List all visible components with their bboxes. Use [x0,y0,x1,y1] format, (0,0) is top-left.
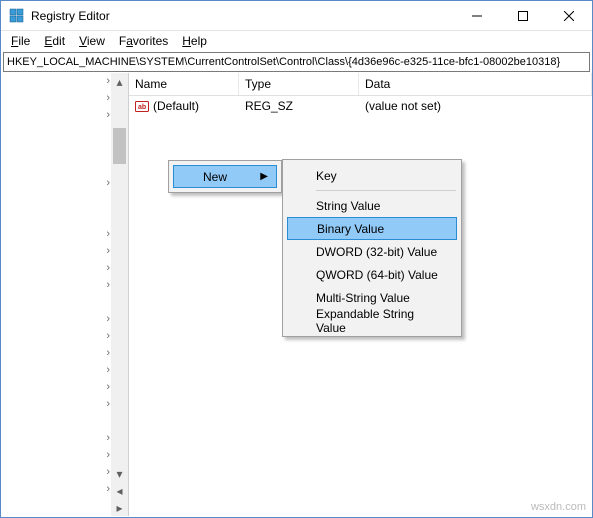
tree-item[interactable]: › [40,107,110,124]
tree-item[interactable] [40,124,110,141]
chevron-right-icon: › [106,466,110,478]
value-row[interactable]: ab (Default) REG_SZ (value not set) [129,96,592,116]
column-headers: Name Type Data [129,73,592,96]
svg-text:ab: ab [138,104,146,111]
scroll-thumb[interactable] [113,128,126,164]
tree-scrollbar[interactable]: ▴ ▾ ◂ ▸ [111,73,128,516]
tree-item[interactable] [40,413,110,430]
ctx-binary-value[interactable]: Binary Value [287,217,457,240]
menu-edit[interactable]: Edit [38,33,71,49]
ctx-dword-value[interactable]: DWORD (32-bit) Value [286,240,458,263]
tree-item[interactable]: › [40,362,110,379]
column-data[interactable]: Data [359,73,592,95]
tree-item[interactable]: › [40,90,110,107]
minimize-button[interactable] [454,1,500,31]
tree-item[interactable]: › [40,243,110,260]
tree-item[interactable] [40,209,110,226]
chevron-right-icon: › [106,109,110,121]
window-title: Registry Editor [31,9,454,23]
column-type[interactable]: Type [239,73,359,95]
string-value-icon: ab [135,99,149,113]
tree-item[interactable] [40,294,110,311]
scroll-down-icon[interactable]: ▾ [111,465,128,482]
context-menu: New ▶ [168,160,282,193]
tree-item[interactable]: › [40,345,110,362]
ctx-key[interactable]: Key [286,164,458,187]
chevron-right-icon: › [106,432,110,444]
chevron-right-icon: › [106,398,110,410]
chevron-right-icon: › [106,313,110,325]
tree-item[interactable]: › [40,175,110,192]
tree-item[interactable]: › [40,311,110,328]
separator [316,190,456,191]
menu-view[interactable]: View [73,33,111,49]
chevron-right-icon: › [106,228,110,240]
submenu-arrow-icon: ▶ [260,171,268,182]
value-name-cell: ab (Default) [129,99,239,113]
scroll-right-icon[interactable]: ▸ [111,499,128,516]
tree-item[interactable] [40,141,110,158]
tree-item[interactable]: › [40,481,110,498]
ctx-qword-value[interactable]: QWORD (64-bit) Value [286,263,458,286]
title-bar: Registry Editor [1,1,592,31]
context-submenu-new: Key String Value Binary Value DWORD (32-… [282,159,462,337]
scroll-up-icon[interactable]: ▴ [111,73,128,90]
ctx-expandstring-value[interactable]: Expandable String Value [286,309,458,332]
chevron-right-icon: › [106,347,110,359]
address-bar[interactable]: HKEY_LOCAL_MACHINE\SYSTEM\CurrentControl… [3,52,590,72]
menu-file[interactable]: File [5,33,36,49]
watermark: wsxdn.com [531,501,586,513]
tree-items[interactable]: › › › › › › › › › › › › › › › › › › [40,73,110,498]
tree-item[interactable]: › [40,447,110,464]
chevron-right-icon: › [106,449,110,461]
column-name[interactable]: Name [129,73,239,95]
tree-pane: › › › › › › › › › › › › › › › › › › [1,73,129,516]
tree-item[interactable] [40,192,110,209]
chevron-right-icon: › [106,245,110,257]
tree-item[interactable] [40,158,110,175]
menu-favorites[interactable]: Favorites [113,33,174,49]
value-data: (value not set) [359,99,592,113]
chevron-right-icon: › [106,364,110,376]
app-icon [9,8,25,24]
tree-item[interactable]: › [40,73,110,90]
chevron-right-icon: › [106,279,110,291]
chevron-right-icon: › [106,330,110,342]
maximize-button[interactable] [500,1,546,31]
menu-help[interactable]: Help [176,33,213,49]
chevron-right-icon: › [106,483,110,495]
value-type: REG_SZ [239,99,359,113]
scroll-left-icon[interactable]: ◂ [111,482,128,499]
tree-item[interactable]: › [40,226,110,243]
tree-item[interactable]: › [40,260,110,277]
tree-item[interactable]: › [40,430,110,447]
tree-item[interactable]: › [40,277,110,294]
value-name: (Default) [153,99,199,113]
chevron-right-icon: › [106,381,110,393]
tree-item[interactable]: › [40,464,110,481]
close-button[interactable] [546,1,592,31]
chevron-right-icon: › [106,177,110,189]
menu-bar: File Edit View Favorites Help [1,31,592,51]
ctx-string-value[interactable]: String Value [286,194,458,217]
ctx-new-label: New [203,170,227,184]
chevron-right-icon: › [106,75,110,87]
tree-item[interactable]: › [40,328,110,345]
tree-item[interactable]: › [40,396,110,413]
tree-item[interactable]: › [40,379,110,396]
ctx-new[interactable]: New ▶ [173,165,277,188]
chevron-right-icon: › [106,92,110,104]
chevron-right-icon: › [106,262,110,274]
